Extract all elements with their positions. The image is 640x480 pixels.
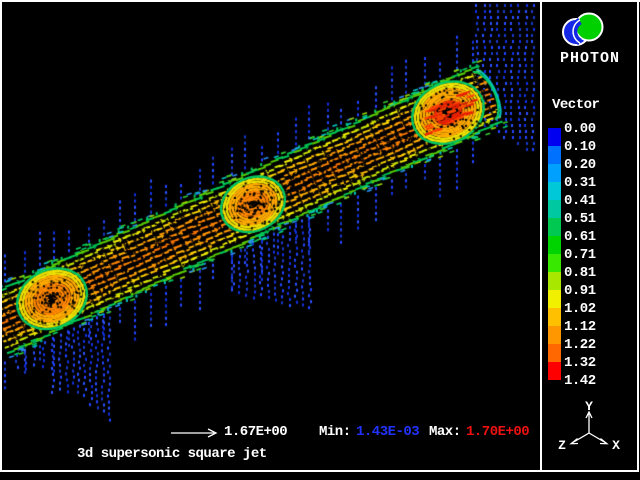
frame-bottom [0, 470, 639, 472]
legend-value: 0.51 [564, 211, 596, 227]
frame-left [0, 0, 2, 472]
legend-color-cell [548, 326, 561, 344]
legend-value: 0.61 [564, 229, 596, 245]
legend-color-cell [548, 254, 561, 272]
legend-value: 1.32 [564, 355, 596, 371]
legend-value: 0.10 [564, 139, 596, 155]
legend-color-cell [548, 308, 561, 326]
legend-color-cell [548, 272, 561, 290]
legend-color-cell [548, 290, 561, 308]
app-name: PHOTON [540, 50, 640, 67]
legend-value: 0.31 [564, 175, 596, 191]
min-label: Min: [319, 424, 351, 440]
axis-label-y: Y [585, 399, 593, 414]
axis-label-x: X [612, 438, 620, 453]
legend-value: 0.91 [564, 283, 596, 299]
frame-top [0, 0, 640, 2]
legend-value: 0.41 [564, 193, 596, 209]
legend-value: 0.71 [564, 247, 596, 263]
legend-value: 1.12 [564, 319, 596, 335]
legend-color-cell [548, 200, 561, 218]
plot-caption: 3d supersonic square jet [77, 446, 267, 462]
legend-color-cell [548, 236, 561, 254]
reference-arrow-icon [170, 427, 222, 439]
vector-plot[interactable] [0, 0, 540, 472]
legend-value: 0.00 [564, 121, 596, 137]
max-label: Max: [429, 424, 461, 440]
legend-value: 0.81 [564, 265, 596, 281]
legend-value: 0.20 [564, 157, 596, 173]
legend-color-cell [548, 146, 561, 164]
max-value: 1.70E+00 [466, 424, 529, 440]
reference-value: 1.67E+00 [224, 424, 287, 440]
legend-title: Vector [552, 97, 599, 113]
panel-divider [540, 0, 542, 472]
legend-value: 1.02 [564, 301, 596, 317]
legend-color-cell [548, 182, 561, 200]
legend-color-cell [548, 344, 561, 362]
legend-color-cell [548, 164, 561, 182]
min-value: 1.43E-03 [356, 424, 419, 440]
legend-value: 1.42 [564, 373, 596, 389]
photon-window: 1.67E+00 Min: 1.43E-03 Max: 1.70E+00 3d … [0, 0, 640, 480]
axis-triad: Y Z X [545, 398, 635, 462]
legend-color-cell [548, 218, 561, 236]
legend-value: 1.22 [564, 337, 596, 353]
legend-color-cell [548, 128, 561, 146]
legend-color-cell [548, 362, 561, 380]
photon-logo-icon [558, 8, 622, 52]
frame-right [637, 0, 639, 472]
legend-scale [548, 128, 561, 380]
axis-label-z: Z [558, 438, 566, 453]
